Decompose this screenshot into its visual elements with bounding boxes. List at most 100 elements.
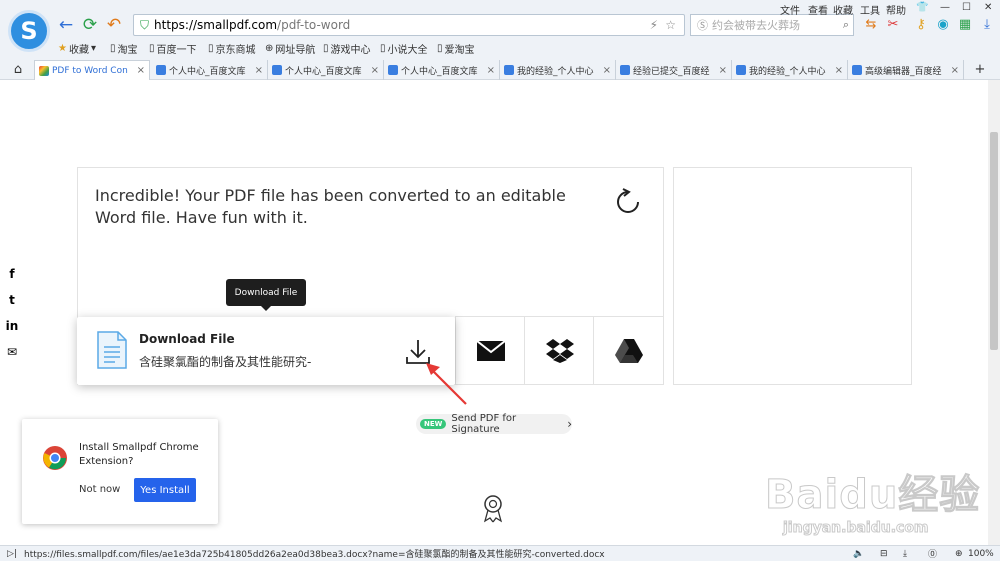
browser-search[interactable]: Ⓢ 约会被带去火葬场 ⌕ xyxy=(690,14,854,36)
home-icon[interactable]: ⌂ xyxy=(8,60,28,80)
bookmark-aitaobao[interactable]: ▯ 爱淘宝 xyxy=(437,41,475,56)
popup-title: Install Smallpdf Chrome Extension? xyxy=(79,442,199,467)
tab-jingyan-3[interactable]: 我的经验_个人中心 × xyxy=(732,60,848,80)
page-icon: ▯ xyxy=(323,43,329,54)
twitter-share[interactable]: t xyxy=(0,288,24,312)
download-file-panel[interactable]: Download File 含硅聚氯酯的制备及其性能研究- xyxy=(77,317,455,385)
tab-editor[interactable]: 高级编辑器_百度经 × xyxy=(848,60,964,80)
send-signature-link[interactable]: NEW Send PDF for Signature › xyxy=(416,413,572,435)
scissors-icon[interactable]: ✂ xyxy=(884,16,902,34)
new-tab-icon[interactable]: + xyxy=(970,60,990,80)
star-icon: ★ xyxy=(58,43,67,54)
browser-chrome: S ← ⟳ ↶ ⛉ https://smallpdf.com /pdf-to-w… xyxy=(0,0,1000,80)
tab-wenku-3[interactable]: 个人中心_百度文库 × xyxy=(384,60,500,80)
bookmark-jd[interactable]: ▯ 京东商城 xyxy=(208,41,256,56)
menu-favorites[interactable]: 收藏 xyxy=(833,2,853,17)
key-icon[interactable]: ⚷ xyxy=(912,16,930,34)
tab-wenku-2[interactable]: 个人中心_百度文库 × xyxy=(268,60,384,80)
close-icon[interactable]: × xyxy=(255,65,263,76)
menu-help[interactable]: 帮助 xyxy=(886,2,906,17)
download-manager-icon[interactable]: ⤓ xyxy=(978,16,996,34)
menu-file[interactable]: 文件 xyxy=(780,2,800,17)
search-icon[interactable]: ⌕ xyxy=(843,18,849,32)
not-now-button[interactable]: Not now xyxy=(79,484,120,495)
lightning-icon[interactable]: ⚡ xyxy=(650,18,658,32)
counter-icon[interactable]: ⓪ xyxy=(928,547,937,560)
page-icon: ▯ xyxy=(110,43,116,54)
status-bar: ▷| https://files.smallpdf.com/files/ae1e… xyxy=(0,545,1000,561)
bookmark-baidu[interactable]: ▯ 百度一下 xyxy=(149,41,197,56)
chrome-icon xyxy=(43,446,67,470)
download-tooltip: Download File xyxy=(226,279,306,306)
tab-wenku-1[interactable]: 个人中心_百度文库 × xyxy=(152,60,268,80)
toolbar-share-icon[interactable]: ⇆ xyxy=(862,16,880,34)
close-icon[interactable]: × xyxy=(835,65,843,76)
tab-jingyan-2[interactable]: 经验已提交_百度经 × xyxy=(616,60,732,80)
tab-pdf-to-word[interactable]: PDF to Word Con × xyxy=(34,60,150,80)
globe-icon: ⊕ xyxy=(265,43,274,54)
save-google-drive-button[interactable] xyxy=(593,316,664,385)
browser-logo-icon[interactable]: S xyxy=(8,10,50,52)
email-share[interactable]: ✉ xyxy=(0,340,24,364)
close-icon[interactable]: × xyxy=(719,65,727,76)
baidu-icon xyxy=(272,65,282,75)
watermark-logo: Baidu经验 xyxy=(764,472,981,519)
grid-icon[interactable]: ▦ xyxy=(956,16,974,34)
close-icon[interactable]: × xyxy=(371,65,379,76)
minimize-icon[interactable]: — xyxy=(940,2,950,13)
document-icon xyxy=(97,331,127,369)
maximize-icon[interactable]: ☐ xyxy=(962,2,971,13)
bookmark-taobao[interactable]: ▯ 淘宝 xyxy=(110,41,138,56)
side-ad-card xyxy=(673,167,912,385)
star-icon[interactable]: ☆ xyxy=(665,18,676,32)
twitter-icon: t xyxy=(9,293,15,307)
close-icon[interactable]: ✕ xyxy=(984,2,992,13)
bookmark-favorites[interactable]: ★ 收藏 ▾ xyxy=(58,41,96,56)
restart-icon[interactable] xyxy=(613,187,643,217)
sidebar-toggle-icon[interactable]: ▷| xyxy=(0,549,24,559)
menu-view[interactable]: 查看 xyxy=(808,2,828,17)
zoom-level: 100% xyxy=(968,548,994,559)
save-dropbox-button[interactable] xyxy=(524,316,594,385)
url-domain: https://smallpdf.com xyxy=(154,18,278,32)
status-url: https://files.smallpdf.com/files/ae1e3da… xyxy=(24,550,605,560)
refresh-icon[interactable]: ⟳ xyxy=(80,15,100,35)
secure-icon: ⛉ xyxy=(140,17,150,32)
ext-icon[interactable]: ◉ xyxy=(934,16,952,34)
bookmark-novels[interactable]: ▯ 小说大全 xyxy=(380,41,428,56)
close-icon[interactable]: × xyxy=(487,65,495,76)
baidu-icon xyxy=(388,65,398,75)
address-bar[interactable]: ⛉ https://smallpdf.com /pdf-to-word ⚡ ☆ xyxy=(133,14,685,36)
page-icon: ▯ xyxy=(437,43,443,54)
scrollbar-thumb[interactable] xyxy=(990,132,998,350)
yes-install-button[interactable]: Yes Install xyxy=(134,478,196,502)
facebook-share[interactable]: f xyxy=(0,262,24,286)
back-icon[interactable]: ← xyxy=(56,15,76,35)
close-icon[interactable]: × xyxy=(137,65,145,76)
bookmark-icon[interactable]: ⊟ xyxy=(880,549,888,559)
linkedin-share[interactable]: in xyxy=(0,314,24,338)
watermark-url: jingyan.baidu.com xyxy=(783,520,930,537)
mail-icon: ✉ xyxy=(6,345,18,359)
page-icon: ▯ xyxy=(149,43,155,54)
sogou-icon: Ⓢ xyxy=(697,19,708,32)
baidu-icon xyxy=(736,65,746,75)
baidu-icon xyxy=(852,65,862,75)
baidu-icon xyxy=(620,65,630,75)
page-scrollbar[interactable] xyxy=(988,80,1000,545)
bookmark-games[interactable]: ▯ 游戏中心 xyxy=(323,41,371,56)
bookmark-nav[interactable]: ⊕ 网址导航 xyxy=(265,41,315,56)
zoom-icon[interactable]: ⊕ xyxy=(955,549,963,559)
tab-jingyan-1[interactable]: 我的经验_个人中心 × xyxy=(500,60,616,80)
page-icon: ▯ xyxy=(208,43,214,54)
search-placeholder: 约会被带去火葬场 xyxy=(712,19,800,32)
speaker-icon[interactable]: 🔈 xyxy=(853,549,864,559)
close-icon[interactable]: × xyxy=(603,65,611,76)
skin-icon[interactable]: 👕 xyxy=(916,2,928,13)
facebook-icon: f xyxy=(9,267,15,281)
close-icon[interactable]: × xyxy=(951,65,959,76)
download-status-icon[interactable]: ⤓ xyxy=(903,549,907,559)
undo-icon[interactable]: ↶ xyxy=(104,15,124,35)
url-path: /pdf-to-word xyxy=(277,18,351,32)
menu-tools[interactable]: 工具 xyxy=(860,2,880,17)
